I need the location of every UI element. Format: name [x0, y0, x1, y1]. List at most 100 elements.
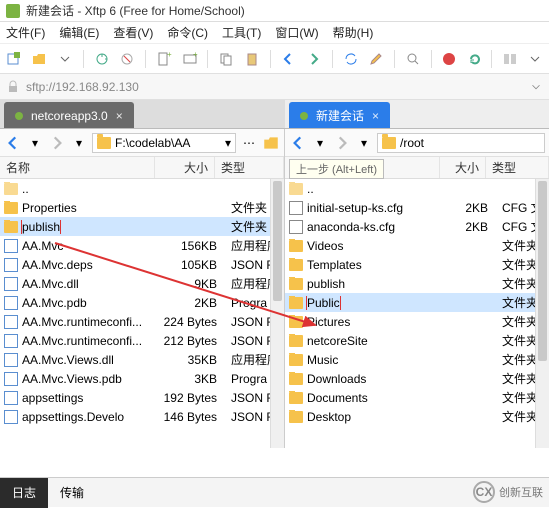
item-size: 212 Bytes: [163, 334, 223, 348]
window-title: 新建会话 - Xftp 6 (Free for Home/School): [26, 2, 245, 19]
folder-icon: [289, 411, 303, 423]
transfer-left-icon[interactable]: [278, 48, 298, 70]
watermark: CX 创新互联: [473, 481, 543, 503]
col-size[interactable]: 大小: [155, 157, 215, 178]
transfer-right-icon[interactable]: [304, 48, 324, 70]
folder-icon: [382, 137, 396, 149]
list-item[interactable]: ..: [0, 179, 284, 198]
footer-tab-log[interactable]: 日志: [0, 478, 48, 508]
tab-label: 新建会话: [316, 107, 364, 124]
forward-icon[interactable]: [48, 134, 66, 152]
drag-arrow-annotation: [55, 243, 325, 333]
list-item[interactable]: anaconda-ks.cfg2KBCFG 文: [285, 217, 549, 236]
tab-remote[interactable]: 新建会话 ×: [289, 102, 390, 128]
list-item[interactable]: AA.Mvc.Views.pdb3KBProgra: [0, 369, 284, 388]
list-item[interactable]: AA.Mvc.Views.dll35KB应用程序: [0, 350, 284, 369]
back-icon[interactable]: [289, 134, 307, 152]
address-dropdown-icon[interactable]: [529, 76, 543, 98]
forward-icon[interactable]: [333, 134, 351, 152]
file-icon: [4, 315, 18, 329]
list-item[interactable]: AA.Mvc.runtimeconfi...212 BytesJSON F: [0, 331, 284, 350]
address-text[interactable]: sftp://192.168.92.130: [26, 80, 523, 94]
nav-row-remote: ▾ ▾ /root: [285, 129, 549, 157]
up-folder-icon: [4, 183, 18, 195]
new-session-icon[interactable]: [4, 48, 24, 70]
folder-icon: [289, 373, 303, 385]
forward-dropdown-icon[interactable]: ▾: [355, 134, 373, 152]
reconnect-icon[interactable]: [92, 48, 112, 70]
file-icon: [4, 372, 18, 386]
sync-icon[interactable]: [341, 48, 361, 70]
address-bar: sftp://192.168.92.130: [0, 74, 549, 100]
scrollbar[interactable]: [535, 179, 549, 448]
menu-command[interactable]: 命令(C): [167, 24, 208, 41]
footer: 日志 传输 CX 创新互联: [0, 477, 549, 507]
folder-icon: [289, 354, 303, 366]
up-icon[interactable]: ⋯: [240, 134, 258, 152]
new-file-icon[interactable]: +: [154, 48, 174, 70]
col-name[interactable]: 名称: [0, 157, 155, 178]
toolbar: + +: [0, 44, 549, 74]
search-icon[interactable]: [403, 48, 423, 70]
col-type[interactable]: 类型: [486, 157, 549, 178]
item-name: anaconda-ks.cfg: [307, 220, 395, 234]
list-item[interactable]: ..: [285, 179, 549, 198]
app-icon: [6, 4, 20, 18]
svg-text:+: +: [167, 51, 172, 59]
list-item[interactable]: initial-setup-ks.cfg2KBCFG 文: [285, 198, 549, 217]
list-item[interactable]: Desktop文件夹: [285, 407, 549, 426]
path-text: /root: [400, 136, 424, 150]
forward-dropdown-icon[interactable]: ▾: [70, 134, 88, 152]
close-icon[interactable]: ×: [116, 109, 123, 123]
refresh-icon[interactable]: [465, 48, 485, 70]
home-icon[interactable]: [262, 134, 280, 152]
path-local[interactable]: F:\codelab\AA ▾: [92, 133, 236, 153]
col-type[interactable]: 类型: [215, 157, 284, 178]
up-folder-icon: [289, 183, 303, 195]
menu-window[interactable]: 窗口(W): [275, 24, 318, 41]
file-icon: [4, 353, 18, 367]
menu-tools[interactable]: 工具(T): [222, 24, 261, 41]
item-name: appsettings.Develo: [22, 410, 124, 424]
close-icon[interactable]: ×: [372, 109, 379, 123]
path-text: F:\codelab\AA: [115, 136, 190, 150]
file-icon: [4, 391, 18, 405]
list-item[interactable]: publish文件夹: [0, 217, 284, 236]
tab-local[interactable]: netcoreapp3.0 ×: [4, 102, 134, 128]
item-name: AA.Mvc.runtimeconfi...: [22, 334, 142, 348]
list-item[interactable]: Downloads文件夹: [285, 369, 549, 388]
list-item[interactable]: appsettings192 BytesJSON F: [0, 388, 284, 407]
menu-edit[interactable]: 编辑(E): [59, 24, 99, 41]
columns-remote: 上一步 (Alt+Left) 名称 大小 类型: [285, 157, 549, 179]
paste-icon[interactable]: [242, 48, 262, 70]
new-transfer-icon[interactable]: +: [180, 48, 200, 70]
copy-icon[interactable]: [216, 48, 236, 70]
folder-icon: [289, 335, 303, 347]
stop-icon[interactable]: [439, 48, 459, 70]
back-dropdown-icon[interactable]: ▾: [26, 134, 44, 152]
col-size[interactable]: 大小: [440, 157, 486, 178]
edit-icon[interactable]: [366, 48, 386, 70]
options-icon[interactable]: [525, 48, 545, 70]
menu-view[interactable]: 查看(V): [113, 24, 153, 41]
layout-icon[interactable]: [500, 48, 520, 70]
item-name: Desktop: [307, 410, 351, 424]
back-dropdown-icon[interactable]: ▾: [311, 134, 329, 152]
list-item[interactable]: Properties文件夹: [0, 198, 284, 217]
back-icon[interactable]: [4, 134, 22, 152]
footer-tab-transfer[interactable]: 传输: [48, 478, 96, 508]
list-item[interactable]: netcoreSite文件夹: [285, 331, 549, 350]
item-name: Properties: [22, 201, 77, 215]
columns-local: 名称 大小 类型: [0, 157, 284, 179]
disconnect-icon[interactable]: [118, 48, 138, 70]
list-item[interactable]: appsettings.Develo146 BytesJSON F: [0, 407, 284, 426]
path-remote[interactable]: /root: [377, 133, 545, 153]
open-icon[interactable]: [30, 48, 50, 70]
dropdown-icon[interactable]: [55, 48, 75, 70]
menu-help[interactable]: 帮助(H): [333, 24, 374, 41]
list-item[interactable]: Music文件夹: [285, 350, 549, 369]
menu-file[interactable]: 文件(F): [6, 24, 45, 41]
list-item[interactable]: Documents文件夹: [285, 388, 549, 407]
item-name: appsettings: [22, 391, 83, 405]
item-size: 2KB: [448, 220, 494, 234]
